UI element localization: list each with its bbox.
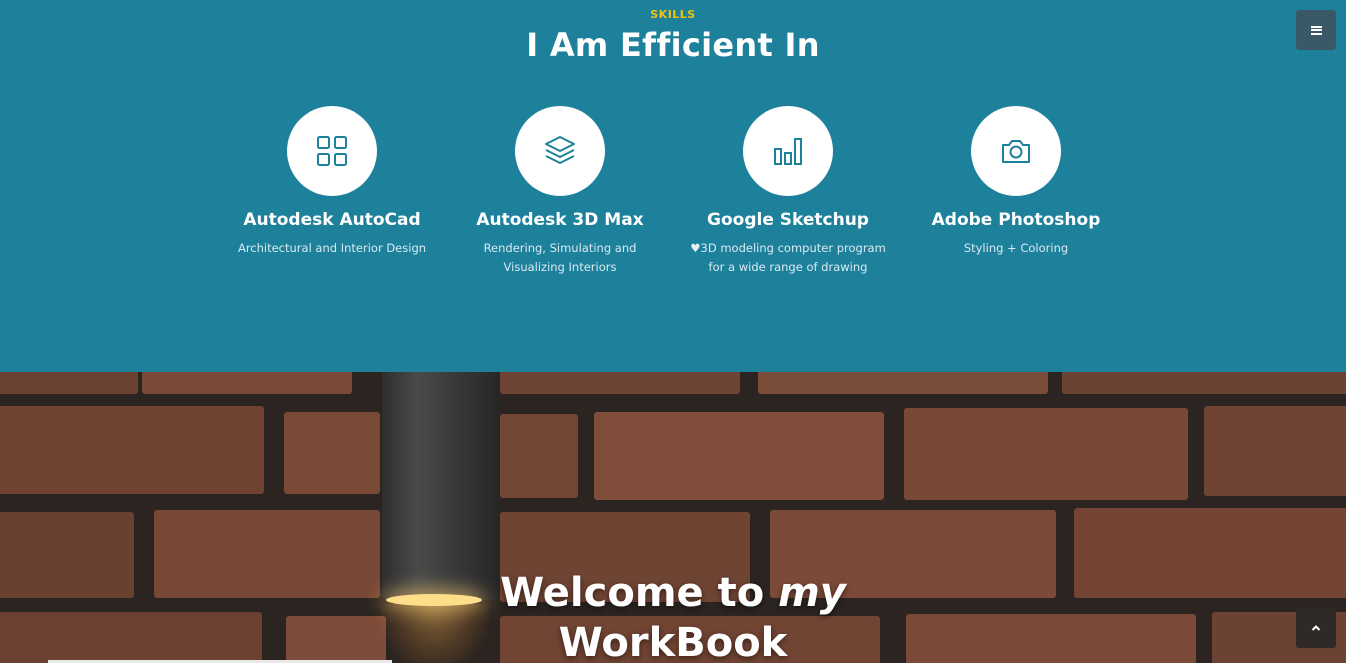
- skill-card-sketchup: Google Sketchup ♥3D modeling computer pr…: [674, 106, 902, 277]
- chevron-up-icon: [1311, 625, 1321, 631]
- bar-chart-icon: [774, 138, 802, 165]
- section-title: I Am Efficient In: [526, 26, 820, 64]
- skill-name: Adobe Photoshop: [931, 210, 1101, 230]
- skills-section: SKILLS I Am Efficient In Autodesk AutoCa…: [0, 0, 1346, 372]
- hamburger-icon: [1310, 25, 1322, 35]
- skill-card-3dmax: Autodesk 3D Max Rendering, Simulating an…: [446, 106, 674, 277]
- skill-description: Architectural and Interior Design: [237, 241, 427, 255]
- skill-name: Autodesk 3D Max: [476, 210, 644, 230]
- skill-description: Rendering, Simulating and Visualizing In…: [483, 241, 637, 274]
- scroll-to-top-button[interactable]: [1296, 608, 1336, 648]
- skill-name: Google Sketchup: [707, 210, 869, 230]
- section-eyebrow: SKILLS: [650, 8, 696, 21]
- wall-lamp: [382, 372, 500, 600]
- heart-icon: ♥: [690, 241, 701, 255]
- skill-card-autocad: Autodesk AutoCad Architectural and Inter…: [218, 106, 446, 258]
- skill-icon-circle: [287, 106, 377, 196]
- menu-button[interactable]: [1296, 10, 1336, 50]
- hero-title: Welcome to my WorkBook: [500, 570, 846, 663]
- skill-description: Styling + Coloring: [963, 241, 1069, 255]
- skill-icon-circle: [971, 106, 1061, 196]
- layers-icon: [545, 136, 575, 164]
- skill-icon-circle: [515, 106, 605, 196]
- skill-description: ♥3D modeling computer program for a wide…: [690, 241, 886, 274]
- skill-name: Autodesk AutoCad: [243, 210, 421, 230]
- skill-card-photoshop: Adobe Photoshop Styling + Coloring: [902, 106, 1130, 258]
- hero-section: Welcome to my WorkBook: [0, 372, 1346, 663]
- camera-icon: [1002, 140, 1030, 163]
- grid-icon: [317, 136, 347, 166]
- skill-icon-circle: [743, 106, 833, 196]
